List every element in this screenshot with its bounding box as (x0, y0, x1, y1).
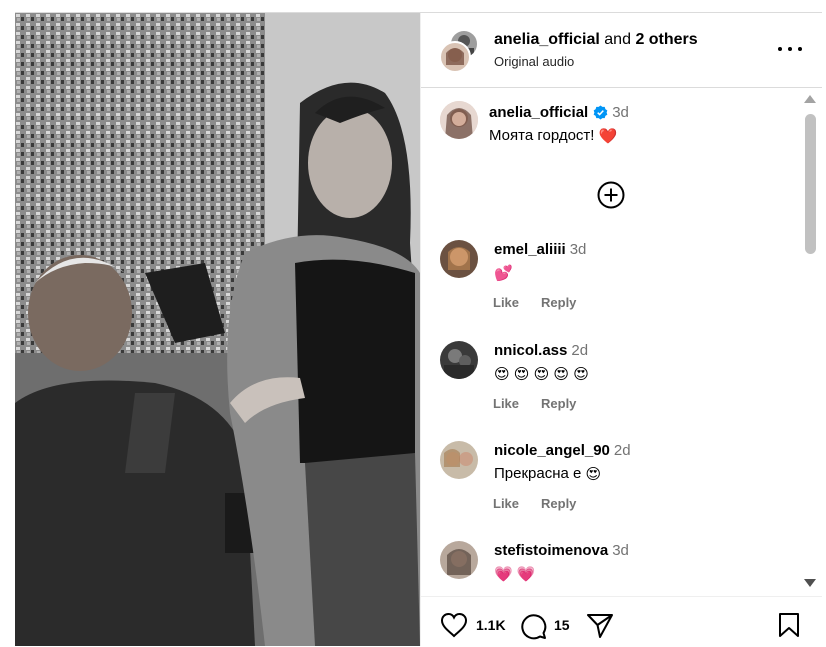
comment-text: Прекрасна е 😍 (494, 465, 601, 483)
audio-link[interactable]: Original audio (494, 54, 574, 69)
video-player[interactable] (15, 13, 420, 646)
comment-actions: Like Reply (493, 496, 576, 511)
comment-header: emel_aliiii 3d (494, 241, 586, 258)
caption-username[interactable]: anelia_official (489, 104, 588, 121)
others-link[interactable]: 2 others (635, 31, 697, 48)
comment-time: 3d (569, 241, 587, 258)
collab-avatars[interactable] (439, 29, 479, 73)
avatar[interactable] (440, 341, 478, 379)
comment-time: 3d (612, 542, 629, 559)
scroll-down-arrow[interactable] (804, 579, 816, 587)
post-header: anelia_official and 2 others Original au… (421, 13, 822, 88)
post-details-panel: anelia_official and 2 others Original au… (420, 13, 822, 646)
dot (798, 47, 802, 51)
share-icon[interactable] (586, 612, 614, 640)
reply-button[interactable]: Reply (541, 295, 576, 310)
video-frame-image (15, 13, 420, 646)
caption-body: Моята гордост! (489, 127, 595, 144)
like-comment-button[interactable]: Like (493, 396, 519, 411)
comment-icon[interactable] (519, 612, 547, 640)
comment-body: Прекрасна е (494, 465, 582, 482)
scrollbar-thumb[interactable] (805, 114, 816, 254)
comment-text: 😍 😍 😍 😍 😍 (494, 365, 589, 383)
comment-item: nnicol.ass 2d 😍 😍 😍 😍 😍 Like Reply (421, 341, 801, 441)
comment-username[interactable]: emel_aliiii (494, 241, 566, 258)
comment-time: 2d (571, 342, 589, 359)
avatar[interactable] (440, 441, 478, 479)
heart-icon[interactable] (440, 612, 468, 638)
avatar[interactable] (440, 240, 478, 278)
caption-text: Моята гордост! ❤️ (489, 127, 617, 145)
comment-header: nicole_angel_90 2d (494, 442, 631, 459)
comment-emoji: 😍 😍 😍 😍 😍 (494, 366, 589, 384)
comment-emoji: 😍 (585, 466, 602, 484)
verified-badge-icon (593, 105, 608, 120)
comment-actions: Like Reply (493, 295, 576, 310)
comment-username[interactable]: stefistoimenova (494, 542, 608, 559)
avatar[interactable] (440, 541, 478, 579)
scroll-up-arrow[interactable] (804, 95, 816, 103)
comment-actions: Like Reply (493, 396, 576, 411)
comment-username[interactable]: nnicol.ass (494, 342, 567, 359)
avatar[interactable] (439, 41, 471, 73)
comment-text: 💗 💗 (494, 565, 536, 583)
comment-time: 2d (613, 442, 631, 459)
like-comment-button[interactable]: Like (493, 496, 519, 511)
comments-section: anelia_official 3d Моята гордост! ❤️ eme… (421, 88, 822, 596)
likes-count[interactable]: 1.1K (476, 617, 506, 633)
action-bar: 1.1K 15 (421, 596, 822, 647)
dot (778, 47, 782, 51)
comment-username[interactable]: nicole_angel_90 (494, 442, 610, 459)
add-comment-icon[interactable] (596, 180, 626, 210)
comment-text: 💕 (494, 264, 513, 282)
comment-header: stefistoimenova 3d (494, 542, 629, 559)
reply-button[interactable]: Reply (541, 496, 576, 511)
comment-item: stefistoimenova 3d 💗 💗 (421, 541, 801, 596)
reply-button[interactable]: Reply (541, 396, 576, 411)
author-username[interactable]: anelia_official (494, 31, 600, 48)
and-text: and (604, 31, 631, 48)
more-icon[interactable] (778, 39, 802, 59)
like-comment-button[interactable]: Like (493, 295, 519, 310)
comment-item: emel_aliiii 3d 💕 Like Reply (421, 240, 801, 340)
caption-header: anelia_official 3d (489, 104, 629, 121)
bookmark-icon[interactable] (778, 612, 800, 638)
dot (788, 47, 792, 51)
comments-count[interactable]: 15 (554, 617, 570, 633)
caption-time: 3d (612, 104, 629, 121)
comment-emoji: 💕 (494, 265, 513, 283)
caption-emoji: ❤️ (598, 128, 618, 146)
comment-emoji: 💗 💗 (494, 566, 536, 584)
post-author-line: anelia_official and 2 others (494, 31, 698, 49)
comment-header: nnicol.ass 2d (494, 342, 588, 359)
avatar[interactable] (440, 101, 478, 139)
comment-item: nicole_angel_90 2d Прекрасна е 😍 Like Re… (421, 441, 801, 541)
